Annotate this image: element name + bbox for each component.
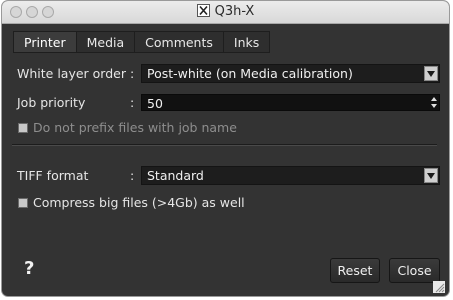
- no-prefix-checkbox[interactable]: [18, 123, 28, 133]
- spin-arrows-icon[interactable]: [430, 95, 438, 110]
- tab-media[interactable]: Media: [76, 31, 136, 53]
- white-layer-order-colon: :: [130, 66, 135, 81]
- chevron-down-icon[interactable]: [424, 168, 438, 183]
- reset-button[interactable]: Reset: [330, 258, 380, 283]
- white-layer-order-select[interactable]: Post-white (on Media calibration): [141, 64, 440, 83]
- white-layer-order-value: Post-white (on Media calibration): [147, 66, 353, 81]
- title-bar: Q3h-X: [2, 1, 449, 24]
- dialog-window: Q3h-X Printer Media Comments Inks White …: [2, 1, 449, 296]
- window-title: Q3h-X: [2, 4, 449, 19]
- job-priority-colon: :: [130, 95, 135, 110]
- tiff-format-value: Standard: [147, 168, 204, 183]
- x11-icon: [196, 4, 210, 17]
- dialog-content: Printer Media Comments Inks White layer …: [6, 24, 445, 293]
- compress-big-files-label: Compress big files (>4Gb) as well: [33, 195, 245, 210]
- tiff-format-colon: :: [130, 168, 135, 183]
- tiff-format-label: TIFF format: [17, 168, 89, 183]
- close-button[interactable]: Close: [389, 258, 440, 283]
- tab-bar: Printer Media Comments Inks: [13, 31, 271, 54]
- compress-big-files-checkbox[interactable]: [18, 198, 28, 208]
- no-prefix-label: Do not prefix files with job name: [33, 120, 237, 135]
- resize-grip-icon[interactable]: [433, 281, 445, 293]
- chevron-down-icon[interactable]: [424, 66, 438, 81]
- section-separator: [12, 144, 437, 146]
- tab-comments[interactable]: Comments: [135, 31, 224, 53]
- window-title-text: Q3h-X: [214, 4, 255, 19]
- white-layer-order-label: White layer order: [17, 66, 126, 81]
- tiff-format-select[interactable]: Standard: [141, 166, 440, 185]
- tab-printer[interactable]: Printer: [13, 31, 77, 53]
- job-priority-value: 50: [147, 96, 163, 111]
- job-priority-label: Job priority: [17, 95, 86, 110]
- help-icon[interactable]: ?: [24, 258, 34, 279]
- job-priority-spinbox[interactable]: 50: [141, 94, 440, 111]
- tab-inks[interactable]: Inks: [223, 31, 271, 53]
